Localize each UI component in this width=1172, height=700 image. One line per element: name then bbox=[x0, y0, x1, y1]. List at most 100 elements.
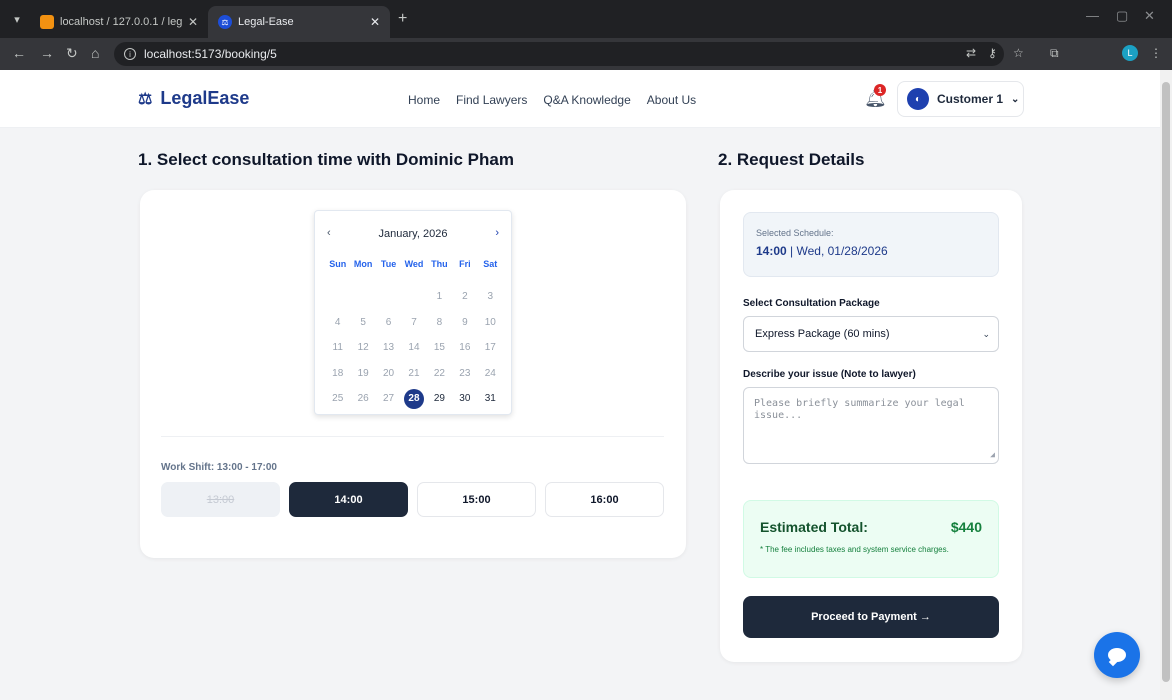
minimize-icon[interactable]: — bbox=[1086, 8, 1099, 23]
home-icon[interactable]: ⌂ bbox=[91, 45, 99, 61]
extensions-icon[interactable]: ⧉ bbox=[1050, 46, 1059, 61]
chat-button[interactable] bbox=[1094, 632, 1140, 678]
weekday-label: Wed bbox=[404, 259, 424, 269]
estimated-total-box: Estimated Total: $440 * The fee includes… bbox=[743, 500, 999, 578]
forward-icon[interactable]: → bbox=[40, 45, 54, 61]
browser-tab-bar: ▾ localhost / 127.0.0.1 / legalease ✕ ⚖ … bbox=[0, 0, 1172, 38]
calendar-day[interactable]: 9 bbox=[452, 310, 477, 336]
main-nav: Home Find Lawyers Q&A Knowledge About Us bbox=[408, 93, 696, 107]
browser-tab-legalease[interactable]: ⚖ Legal-Ease ✕ bbox=[208, 6, 390, 38]
calendar-day[interactable]: 22 bbox=[427, 361, 452, 387]
tab-search-icon[interactable]: ▾ bbox=[8, 10, 26, 28]
resize-handle-icon[interactable]: ◢ bbox=[990, 449, 995, 461]
close-window-icon[interactable]: ✕ bbox=[1144, 8, 1155, 24]
scrollbar-thumb[interactable] bbox=[1162, 82, 1170, 682]
prev-month-icon[interactable]: ‹ bbox=[327, 227, 331, 239]
weekday-label: Sun bbox=[329, 259, 347, 269]
calendar-day[interactable]: 10 bbox=[478, 310, 503, 336]
time-slot-1300: 13:00 bbox=[161, 482, 280, 517]
notification-bell-icon[interactable]: 🔔︎ 1 bbox=[864, 84, 887, 110]
calendar-empty-cell bbox=[376, 284, 401, 310]
reload-icon[interactable]: ↻ bbox=[66, 45, 78, 62]
calendar-days: 1 2 3 4 5 6 7 8 9 10 11 12 13 14 15 16 17 18 19 20 21 22 23 24 2… bbox=[325, 284, 503, 412]
selected-schedule-value: 14:00 | Wed, 01/28/2026 bbox=[756, 244, 998, 258]
calendar-empty-cell bbox=[350, 284, 375, 310]
calendar-day[interactable]: 13 bbox=[376, 335, 401, 361]
divider bbox=[161, 436, 664, 437]
calendar-day[interactable]: 4 bbox=[325, 310, 350, 336]
chevron-down-icon: ⌄ bbox=[982, 329, 990, 339]
calendar-day[interactable]: 27 bbox=[376, 386, 401, 412]
time-slot-1600[interactable]: 16:00 bbox=[545, 482, 664, 517]
calendar-day[interactable]: 14 bbox=[401, 335, 426, 361]
calendar-day[interactable]: 3 bbox=[478, 284, 503, 310]
url-text: localhost:5173/booking/5 bbox=[144, 47, 277, 61]
menu-icon[interactable]: ⋮ bbox=[1150, 46, 1162, 60]
calendar-day[interactable]: 5 bbox=[350, 310, 375, 336]
issue-textarea[interactable]: Please briefly summarize your legal issu… bbox=[743, 387, 999, 464]
weekday-label: Tue bbox=[380, 259, 397, 269]
calendar-day[interactable]: 12 bbox=[350, 335, 375, 361]
calendar-day[interactable]: 8 bbox=[427, 310, 452, 336]
calendar-day[interactable]: 24 bbox=[478, 361, 503, 387]
calendar-day-number: 28 bbox=[403, 388, 424, 409]
calendar-day[interactable]: 7 bbox=[401, 310, 426, 336]
package-label: Select Consultation Package bbox=[743, 298, 880, 309]
plus-icon[interactable]: + bbox=[398, 10, 407, 28]
calendar-day[interactable]: 16 bbox=[452, 335, 477, 361]
package-select[interactable]: Express Package (60 mins) ⌄ bbox=[743, 316, 999, 352]
calendar-day[interactable]: 31 bbox=[478, 386, 503, 412]
calendar-day[interactable]: 17 bbox=[478, 335, 503, 361]
close-tab-icon[interactable]: ✕ bbox=[188, 15, 198, 29]
calendar-day[interactable]: 18 bbox=[325, 361, 350, 387]
key-icon[interactable]: ⚷ bbox=[988, 46, 997, 60]
time-slot-1400[interactable]: 14:00 bbox=[289, 482, 408, 517]
nav-qa-knowledge[interactable]: Q&A Knowledge bbox=[543, 93, 630, 107]
profile-avatar[interactable]: L bbox=[1122, 45, 1138, 61]
calendar-empty-cell bbox=[401, 284, 426, 310]
tab-title: localhost / 127.0.0.1 / legalease bbox=[60, 16, 182, 28]
nav-home[interactable]: Home bbox=[408, 93, 440, 107]
user-menu-button[interactable]: ◐ Customer 1 ⌄ bbox=[897, 81, 1024, 117]
chevron-down-icon: ⌄ bbox=[1011, 93, 1020, 105]
address-bar[interactable]: i localhost:5173/booking/5 bbox=[114, 42, 1004, 66]
calendar-day[interactable]: 21 bbox=[401, 361, 426, 387]
calendar-day[interactable]: 26 bbox=[350, 386, 375, 412]
date-picker: January, 2026 ‹ › Sun Mon Tue Wed Thu Fri Sat … bbox=[314, 210, 512, 415]
calendar-day[interactable]: 2 bbox=[452, 284, 477, 310]
package-selected-value: Express Package (60 mins) bbox=[755, 328, 890, 340]
translate-icon[interactable]: ⇄ bbox=[966, 46, 976, 60]
calendar-day[interactable]: 20 bbox=[376, 361, 401, 387]
next-month-icon[interactable]: › bbox=[495, 227, 499, 239]
calendar-day-selected[interactable]: 28 bbox=[401, 386, 426, 412]
page-scrollbar[interactable] bbox=[1160, 70, 1172, 700]
selected-schedule-label: Selected Schedule: bbox=[756, 228, 834, 238]
site-info-icon[interactable]: i bbox=[124, 48, 136, 60]
browser-tab-phpmyadmin[interactable]: localhost / 127.0.0.1 / legalease ✕ bbox=[30, 6, 208, 38]
calendar-day[interactable]: 25 bbox=[325, 386, 350, 412]
nav-find-lawyers[interactable]: Find Lawyers bbox=[456, 93, 527, 107]
calendar-day[interactable]: 23 bbox=[452, 361, 477, 387]
star-icon[interactable]: ☆ bbox=[1013, 46, 1024, 60]
issue-label: Describe your issue (Note to lawyer) bbox=[743, 369, 916, 380]
calendar-day[interactable]: 19 bbox=[350, 361, 375, 387]
browser-toolbar: ← → ↻ ⌂ i localhost:5173/booking/5 ⇄ ⚷ ☆… bbox=[0, 38, 1172, 70]
calendar-day[interactable]: 29 bbox=[427, 386, 452, 412]
proceed-to-payment-button[interactable]: Proceed to Payment → bbox=[743, 596, 999, 638]
user-avatar-icon: ◐ bbox=[907, 88, 929, 110]
calendar-day[interactable]: 30 bbox=[452, 386, 477, 412]
nav-about-us[interactable]: About Us bbox=[647, 93, 696, 107]
logo[interactable]: ⚖ LegalEase bbox=[138, 88, 249, 109]
close-tab-icon[interactable]: ✕ bbox=[370, 15, 380, 29]
request-details-card: Selected Schedule: 14:00 | Wed, 01/28/20… bbox=[720, 190, 1022, 662]
calendar-day[interactable]: 6 bbox=[376, 310, 401, 336]
back-icon[interactable]: ← bbox=[12, 45, 26, 61]
schedule-card: January, 2026 ‹ › Sun Mon Tue Wed Thu Fri Sat … bbox=[140, 190, 686, 558]
fee-note: * The fee includes taxes and system serv… bbox=[760, 545, 949, 554]
selected-schedule-box: Selected Schedule: 14:00 | Wed, 01/28/20… bbox=[743, 212, 999, 277]
calendar-day[interactable]: 11 bbox=[325, 335, 350, 361]
time-slot-1500[interactable]: 15:00 bbox=[417, 482, 536, 517]
calendar-day[interactable]: 15 bbox=[427, 335, 452, 361]
calendar-day[interactable]: 1 bbox=[427, 284, 452, 310]
maximize-icon[interactable]: ▢ bbox=[1116, 8, 1128, 24]
